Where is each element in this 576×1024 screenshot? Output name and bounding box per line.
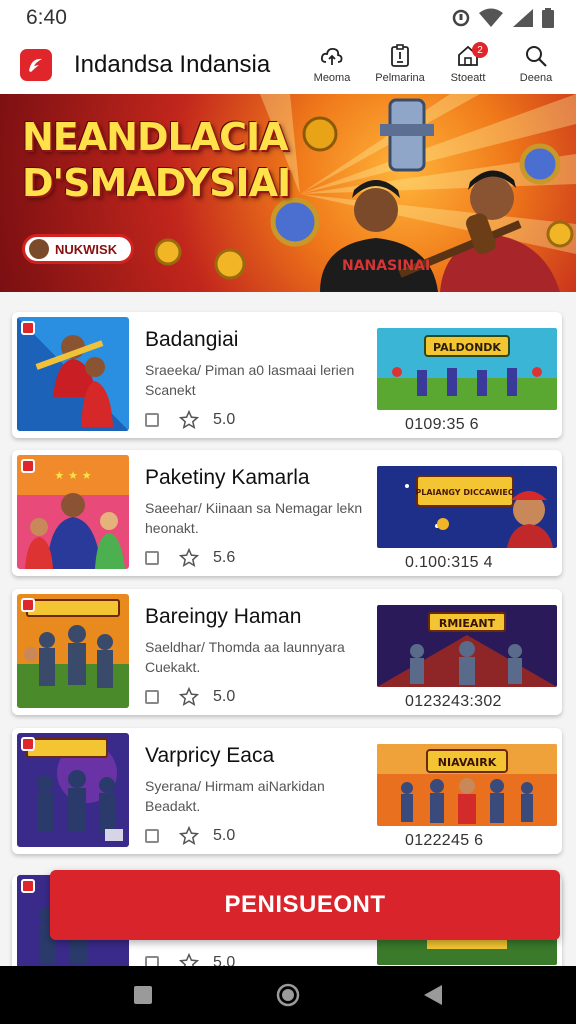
home-button[interactable]: [268, 975, 308, 1015]
nav-label: Deena: [519, 72, 553, 84]
game-thumbnail: [17, 594, 129, 708]
data-saver-icon: [452, 9, 470, 27]
promo-code: 0122245 6: [405, 832, 484, 849]
select-checkbox[interactable]: [145, 690, 159, 704]
hero-title-line1: NEANDLACIA: [22, 115, 289, 159]
app-bar: Indandsa Indansia Meoma Pelmarina 2 Stoe…: [0, 36, 576, 94]
status-bar: 6:40: [0, 0, 576, 36]
back-button[interactable]: [413, 975, 453, 1015]
game-rating: 5.0: [213, 411, 236, 428]
game-title: Bareingy Haman: [145, 605, 302, 628]
game-card[interactable]: Bareingy Haman Saeldhar/ Thomda aa launn…: [12, 589, 562, 715]
game-card[interactable]: ★ ★ ★ Paketiny Kamarla Saeehar/ Kiinaan …: [12, 450, 562, 576]
promo-banner-text: RMIEANT: [439, 617, 496, 630]
status-time: 6:40: [26, 6, 67, 29]
system-nav-bar: [0, 966, 576, 1024]
game-rating: 5.0: [213, 688, 236, 705]
game-meta: 5.6: [145, 548, 235, 568]
select-checkbox[interactable]: [145, 551, 159, 565]
game-description: Saeehar/ Kiinaan sa Nemagar lekn heonakt…: [145, 500, 363, 536]
notification-badge: 2: [472, 42, 488, 58]
promo-code: 0109:35 6: [405, 416, 479, 433]
badge-icon: [21, 459, 35, 473]
avatar: [29, 239, 49, 259]
select-checkbox[interactable]: [145, 413, 159, 427]
promo-banner-text: NIAVAIRK: [438, 756, 497, 769]
game-meta: 5.0: [145, 826, 235, 846]
game-title: Varpricy Eaca: [145, 744, 275, 767]
primary-cta-button[interactable]: PENISUEONT: [50, 870, 560, 940]
promo-banner-text: PLAIANGY DICCAWIEO: [415, 488, 514, 497]
app-title: Indandsa Indansia: [74, 51, 271, 78]
game-thumbnail: [17, 733, 129, 847]
game-rating: 5.6: [213, 549, 236, 566]
star-icon[interactable]: [179, 548, 199, 568]
game-meta: 5.0: [145, 410, 235, 430]
game-description: Saeldhar/ Thomda aa launnyara Cuekakt.: [145, 639, 345, 675]
game-title: Paketiny Kamarla: [145, 466, 310, 489]
game-meta: 5.0: [145, 687, 235, 707]
badge-icon: [21, 879, 35, 893]
badge-icon: [21, 321, 35, 335]
status-icons: [452, 8, 554, 28]
badge-icon: [21, 598, 35, 612]
promo-banner[interactable]: RMIEANT: [377, 605, 557, 687]
app-logo[interactable]: [20, 49, 52, 81]
star-icon[interactable]: [179, 826, 199, 846]
game-rating: 5.0: [213, 827, 236, 844]
nav-label: Stoeatt: [450, 72, 486, 84]
star-icon[interactable]: [179, 687, 199, 707]
cta-label: PENISUEONT: [224, 891, 386, 918]
battery-icon: [542, 8, 554, 28]
promo-code: 0123243:302: [405, 693, 502, 710]
nav-action-stoeatt[interactable]: 2 Stoeatt: [436, 42, 500, 90]
hero-title-line2: D'SMADYSIAI: [22, 161, 291, 205]
signal-icon: [513, 9, 533, 27]
search-icon: [526, 46, 547, 67]
game-title: Badangiai: [145, 328, 239, 351]
logo-mark-icon: [29, 58, 42, 72]
badge-icon: [21, 737, 35, 751]
promo-banner[interactable]: PALDONDK: [377, 328, 557, 410]
promo-banner[interactable]: PLAIANGY DICCAWIEO: [377, 466, 557, 548]
game-description: Sraeeka/ Piman a0 lasmaai lerien Scanekt: [145, 362, 355, 398]
promo-code: 0.100:315 4: [405, 554, 493, 571]
game-description: Syerana/ Hirmam aiNarkidan Beadakt.: [145, 778, 325, 814]
nav-label: Meoma: [313, 72, 351, 84]
game-thumbnail: [17, 317, 129, 431]
app-screen: 6:40 Indandsa Indansia Meoma Pelmarina 2: [0, 0, 576, 1024]
promo-banner-text: PALDONDK: [433, 341, 501, 354]
hero-chip-button[interactable]: NUKWISK: [22, 234, 135, 264]
recents-button[interactable]: [123, 975, 163, 1015]
hero-artwork-text: NANASINAI: [342, 258, 430, 274]
wifi-icon: [479, 8, 503, 27]
clipboard-icon: [391, 44, 409, 67]
game-card[interactable]: Badangiai Sraeeka/ Piman a0 lasmaai leri…: [12, 312, 562, 438]
home-circle-icon: [276, 983, 300, 1007]
recents-square-icon: [133, 986, 152, 1004]
cloud-sync-icon: [320, 47, 343, 65]
star-icon[interactable]: [179, 410, 199, 430]
top-nav-actions: Meoma Pelmarina 2 Stoeatt Deena: [300, 42, 568, 90]
svg-text:★ ★ ★: ★ ★ ★: [54, 469, 91, 482]
nav-action-pelmarina[interactable]: Pelmarina: [368, 42, 432, 90]
promo-banner[interactable]: NIAVAIRK: [377, 744, 557, 826]
game-card[interactable]: Varpricy Eaca Syerana/ Hirmam aiNarkidan…: [12, 728, 562, 854]
game-thumbnail: ★ ★ ★: [17, 455, 129, 569]
nav-action-meoma[interactable]: Meoma: [300, 42, 364, 90]
hero-banner[interactable]: NANASINAI NEANDLACIA D'SMADYSIAI NUKWISK: [0, 94, 576, 292]
back-triangle-icon: [424, 985, 443, 1005]
select-checkbox[interactable]: [145, 829, 159, 843]
hero-title: NEANDLACIA D'SMADYSIAI: [22, 114, 291, 206]
nav-label: Pelmarina: [375, 72, 425, 84]
nav-action-search[interactable]: Deena: [504, 42, 568, 90]
hero-chip-label: NUKWISK: [55, 241, 118, 257]
